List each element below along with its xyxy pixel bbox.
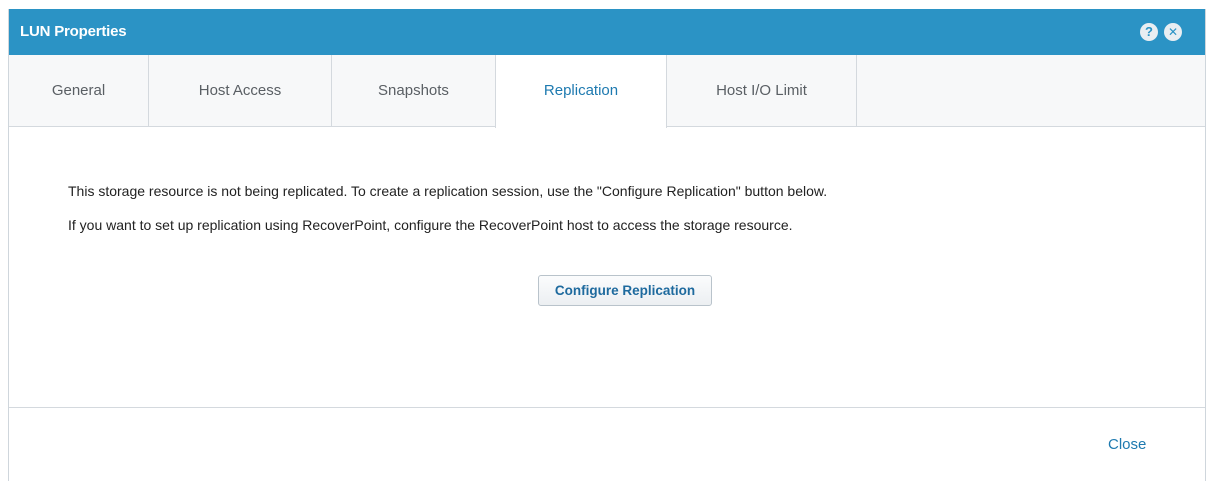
tab-bar: General Host Access Snapshots Replicatio… [9,55,1205,128]
configure-replication-button[interactable]: Configure Replication [538,275,712,306]
tab-label: General [51,82,106,99]
dialog-title: LUN Properties [20,23,127,40]
tab-host-io-limit[interactable]: Host I/O Limit [667,55,857,127]
close-button[interactable]: Close [1108,436,1146,453]
close-icon[interactable]: ✕ [1164,23,1182,41]
tab-label: Host I/O Limit [716,82,807,99]
tab-general[interactable]: General [9,55,149,127]
tab-label: Replication [543,82,619,99]
help-icon[interactable]: ? [1140,23,1158,41]
recoverpoint-message: If you want to set up replication using … [68,217,793,233]
tab-replication[interactable]: Replication [495,55,667,128]
dialog-titlebar: LUN Properties ? ✕ [9,9,1205,55]
replication-panel: This storage resource is not being repli… [9,127,1205,407]
dialog-footer: Close [9,407,1205,481]
lun-properties-dialog: LUN Properties ? ✕ General Host Access S… [8,9,1206,481]
tab-host-access[interactable]: Host Access [149,55,332,127]
tab-label: Host Access [198,82,282,99]
tab-label: Snapshots [378,82,449,99]
tab-snapshots[interactable]: Snapshots [332,55,496,127]
not-replicated-message: This storage resource is not being repli… [68,183,828,199]
